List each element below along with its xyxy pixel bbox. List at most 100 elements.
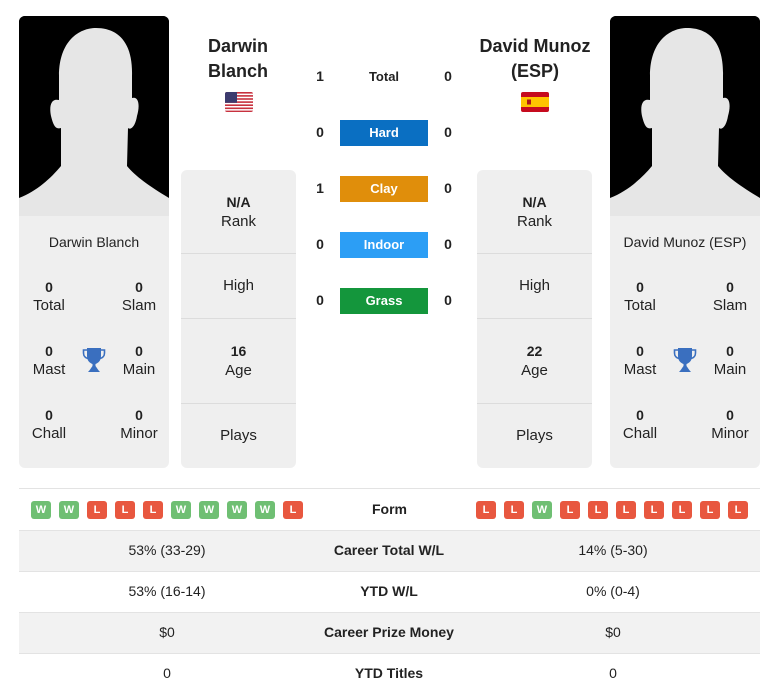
stat-row-career-wl: 53% (33-29) Career Total W/L 14% (5-30) [19,530,760,571]
titles-minor: 0 Minor [109,406,169,444]
stat-row-prize-money: $0 Career Prize Money $0 [19,612,760,653]
form-loss-badge[interactable]: L [476,501,496,519]
h2h-right-count: 0 [444,292,452,308]
form-loss-badge[interactable]: L [728,501,748,519]
high-cell: High [477,254,592,319]
titles-chall-label: Chall [622,425,658,442]
form-win-badge[interactable]: W [199,501,219,519]
player-full-name[interactable]: Darwin Blanch [19,234,169,250]
form-loss-badge[interactable]: L [644,501,664,519]
h2h-grass-row: 0 Grass 0 [300,288,470,316]
titles-minor-value: 0 [726,407,734,423]
titles-mast-label: Mast [32,361,66,378]
form-badges-right: LLWLLLLLLL [476,501,748,519]
form-loss-badge[interactable]: L [504,501,524,519]
titles-slam-value: 0 [135,279,143,295]
form-loss-badge[interactable]: L [283,501,303,519]
titles-minor-label: Minor [711,425,749,442]
form-loss-badge[interactable]: L [143,501,163,519]
surface-grass-button[interactable]: Grass [340,288,428,314]
h2h-indoor-row: 0 Indoor 0 [300,232,470,260]
titles-mast-label: Mast [623,361,657,378]
usa-flag-icon [225,92,253,112]
titles-main: 0 Main [109,342,169,380]
surface-indoor-button[interactable]: Indoor [340,232,428,258]
h2h-left-count: 0 [316,236,324,252]
titles-total: 0 Total [610,278,670,316]
plays-cell: Plays [477,404,592,468]
surface-clay-button[interactable]: Clay [340,176,428,202]
form-win-badge[interactable]: W [171,501,191,519]
form-win-badge[interactable]: W [227,501,247,519]
rank-cell: N/A Rank [477,170,592,254]
form-loss-badge[interactable]: L [616,501,636,519]
form-loss-badge[interactable]: L [560,501,580,519]
titles-slam-label: Slam [121,297,157,314]
h2h-left-count: 0 [316,124,324,140]
player-name-line2: Blanch [207,61,268,81]
titles-mast-value: 0 [636,343,644,359]
stat-row-ytd-wl: 53% (16-14) YTD W/L 0% (0-4) [19,571,760,612]
titles-minor-value: 0 [135,407,143,423]
titles-total-value: 0 [636,279,644,295]
h2h-clay-row: 1 Clay 0 [300,176,470,204]
high-label: High [223,277,254,294]
form-row: WWLLLWWWWL Form LLWLLLLLLL [19,488,760,530]
stat-label: YTD Titles [354,665,424,681]
age-label: Age [521,362,548,379]
h2h-right-count: 0 [444,68,452,84]
rank-label: Rank [516,213,553,230]
player-full-name[interactable]: David Munoz (ESP) [610,234,760,250]
spain-flag-icon [521,92,549,112]
titles-total-label: Total [33,297,65,314]
h2h-right-count: 0 [444,180,452,196]
trophy-icon [82,348,106,372]
high-cell: High [181,254,296,319]
form-loss-badge[interactable]: L [700,501,720,519]
h2h-left-count: 1 [316,68,324,84]
h2h-left-count: 1 [316,180,324,196]
titles-slam-label: Slam [712,297,748,314]
titles-main: 0 Main [700,342,760,380]
player-photo-right [610,16,760,216]
h2h-hard-row: 0 Hard 0 [300,120,470,148]
form-win-badge[interactable]: W [59,501,79,519]
form-win-badge[interactable]: W [31,501,51,519]
age-value: 16 [230,343,247,359]
rank-value: N/A [226,194,251,210]
form-win-badge[interactable]: W [532,501,552,519]
stat-label: Career Total W/L [333,542,445,558]
form-win-badge[interactable]: W [255,501,275,519]
form-loss-badge[interactable]: L [672,501,692,519]
surface-hard-button[interactable]: Hard [340,120,428,146]
surface-total-label: Total [368,69,400,84]
form-loss-badge[interactable]: L [115,501,135,519]
form-loss-badge[interactable]: L [588,501,608,519]
titles-chall-label: Chall [31,425,67,442]
player-info-left: N/A Rank High 16 Age Plays [181,170,296,468]
stat-row-ytd-titles: 0 YTD Titles 0 [19,653,760,694]
titles-mast: 0 Mast [19,342,79,380]
titles-total-value: 0 [45,279,53,295]
titles-slam: 0 Slam [109,278,169,316]
h2h-left-count: 0 [316,292,324,308]
player-name-left[interactable]: Darwin Blanch [158,34,318,84]
age-label: Age [225,362,252,379]
plays-label: Plays [220,427,257,444]
stat-left-value: 53% (33-29) [128,542,206,558]
stat-label: Career Prize Money [324,624,454,640]
titles-total: 0 Total [19,278,79,316]
titles-chall: 0 Chall [610,406,670,444]
plays-label: Plays [516,427,553,444]
stat-right-value: 14% (5-30) [578,542,648,558]
rank-value: N/A [522,194,547,210]
rank-label: Rank [220,213,257,230]
rank-cell: N/A Rank [181,170,296,254]
form-loss-badge[interactable]: L [87,501,107,519]
stat-right-value: 0 [609,665,617,681]
titles-slam: 0 Slam [700,278,760,316]
high-label: High [519,277,550,294]
player-name-line2: (ESP) [510,61,559,81]
player-name-right[interactable]: David Munoz (ESP) [455,34,615,84]
stat-left-value: 0 [163,665,171,681]
